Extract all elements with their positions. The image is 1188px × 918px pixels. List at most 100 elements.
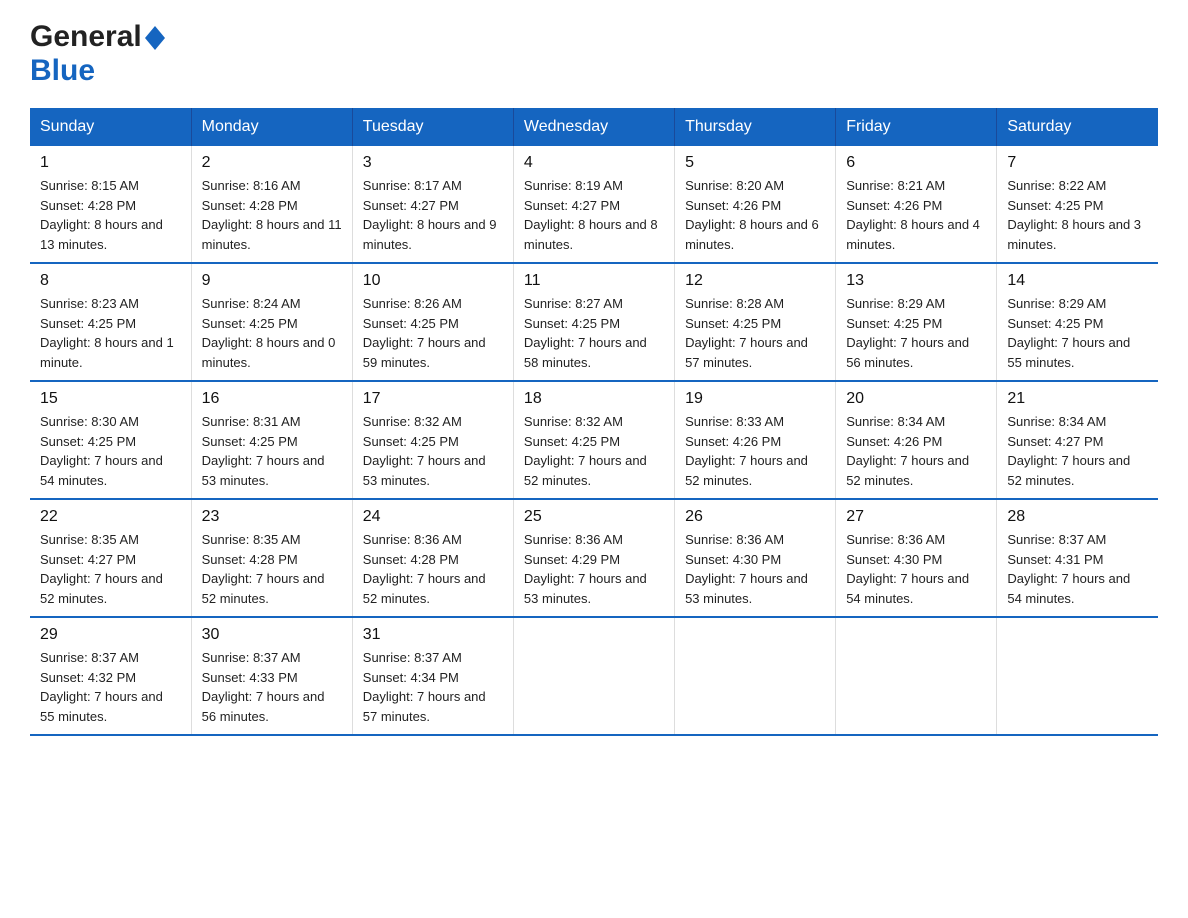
calendar-week-5: 29 Sunrise: 8:37 AM Sunset: 4:32 PM Dayl… [30, 617, 1158, 735]
calendar-body: 1 Sunrise: 8:15 AM Sunset: 4:28 PM Dayli… [30, 146, 1158, 735]
day-info: Sunrise: 8:19 AM Sunset: 4:27 PM Dayligh… [524, 176, 664, 254]
day-number: 20 [846, 390, 986, 408]
calendar-cell: 1 Sunrise: 8:15 AM Sunset: 4:28 PM Dayli… [30, 146, 191, 263]
calendar-cell: 2 Sunrise: 8:16 AM Sunset: 4:28 PM Dayli… [191, 146, 352, 263]
day-number: 17 [363, 390, 503, 408]
day-info: Sunrise: 8:27 AM Sunset: 4:25 PM Dayligh… [524, 294, 664, 372]
calendar-week-2: 8 Sunrise: 8:23 AM Sunset: 4:25 PM Dayli… [30, 263, 1158, 381]
day-number: 18 [524, 390, 664, 408]
day-number: 2 [202, 154, 342, 172]
calendar-cell: 3 Sunrise: 8:17 AM Sunset: 4:27 PM Dayli… [352, 146, 513, 263]
day-number: 4 [524, 154, 664, 172]
calendar-cell: 6 Sunrise: 8:21 AM Sunset: 4:26 PM Dayli… [836, 146, 997, 263]
day-info: Sunrise: 8:36 AM Sunset: 4:28 PM Dayligh… [363, 530, 503, 608]
logo-blue-text: Blue [30, 54, 95, 87]
day-number: 8 [40, 272, 181, 290]
day-info: Sunrise: 8:15 AM Sunset: 4:28 PM Dayligh… [40, 176, 181, 254]
day-info: Sunrise: 8:34 AM Sunset: 4:26 PM Dayligh… [846, 412, 986, 490]
calendar-table: Sunday Monday Tuesday Wednesday Thursday… [30, 108, 1158, 736]
day-info: Sunrise: 8:29 AM Sunset: 4:25 PM Dayligh… [1007, 294, 1148, 372]
day-info: Sunrise: 8:35 AM Sunset: 4:28 PM Dayligh… [202, 530, 342, 608]
calendar-cell: 27 Sunrise: 8:36 AM Sunset: 4:30 PM Dayl… [836, 499, 997, 617]
day-info: Sunrise: 8:36 AM Sunset: 4:30 PM Dayligh… [685, 530, 825, 608]
day-info: Sunrise: 8:32 AM Sunset: 4:25 PM Dayligh… [363, 412, 503, 490]
day-info: Sunrise: 8:21 AM Sunset: 4:26 PM Dayligh… [846, 176, 986, 254]
page-header: General Blue [30, 20, 1158, 88]
calendar-cell: 10 Sunrise: 8:26 AM Sunset: 4:25 PM Dayl… [352, 263, 513, 381]
day-info: Sunrise: 8:37 AM Sunset: 4:31 PM Dayligh… [1007, 530, 1148, 608]
calendar-cell: 20 Sunrise: 8:34 AM Sunset: 4:26 PM Dayl… [836, 381, 997, 499]
day-number: 13 [846, 272, 986, 290]
day-number: 31 [363, 626, 503, 644]
day-number: 9 [202, 272, 342, 290]
calendar-cell: 24 Sunrise: 8:36 AM Sunset: 4:28 PM Dayl… [352, 499, 513, 617]
calendar-cell: 22 Sunrise: 8:35 AM Sunset: 4:27 PM Dayl… [30, 499, 191, 617]
calendar-cell: 14 Sunrise: 8:29 AM Sunset: 4:25 PM Dayl… [997, 263, 1158, 381]
logo-general-text: General [30, 20, 142, 54]
day-number: 12 [685, 272, 825, 290]
calendar-cell: 21 Sunrise: 8:34 AM Sunset: 4:27 PM Dayl… [997, 381, 1158, 499]
calendar-cell: 28 Sunrise: 8:37 AM Sunset: 4:31 PM Dayl… [997, 499, 1158, 617]
calendar-cell: 30 Sunrise: 8:37 AM Sunset: 4:33 PM Dayl… [191, 617, 352, 735]
day-info: Sunrise: 8:36 AM Sunset: 4:30 PM Dayligh… [846, 530, 986, 608]
day-number: 5 [685, 154, 825, 172]
day-number: 3 [363, 154, 503, 172]
day-info: Sunrise: 8:17 AM Sunset: 4:27 PM Dayligh… [363, 176, 503, 254]
calendar-cell: 26 Sunrise: 8:36 AM Sunset: 4:30 PM Dayl… [675, 499, 836, 617]
day-info: Sunrise: 8:34 AM Sunset: 4:27 PM Dayligh… [1007, 412, 1148, 490]
calendar-cell: 9 Sunrise: 8:24 AM Sunset: 4:25 PM Dayli… [191, 263, 352, 381]
day-info: Sunrise: 8:30 AM Sunset: 4:25 PM Dayligh… [40, 412, 181, 490]
calendar-header: Sunday Monday Tuesday Wednesday Thursday… [30, 108, 1158, 146]
day-number: 23 [202, 508, 342, 526]
day-info: Sunrise: 8:35 AM Sunset: 4:27 PM Dayligh… [40, 530, 181, 608]
header-sunday: Sunday [30, 108, 191, 146]
calendar-cell: 25 Sunrise: 8:36 AM Sunset: 4:29 PM Dayl… [513, 499, 674, 617]
calendar-cell [997, 617, 1158, 735]
day-info: Sunrise: 8:33 AM Sunset: 4:26 PM Dayligh… [685, 412, 825, 490]
day-number: 30 [202, 626, 342, 644]
calendar-week-4: 22 Sunrise: 8:35 AM Sunset: 4:27 PM Dayl… [30, 499, 1158, 617]
calendar-cell: 23 Sunrise: 8:35 AM Sunset: 4:28 PM Dayl… [191, 499, 352, 617]
day-info: Sunrise: 8:37 AM Sunset: 4:32 PM Dayligh… [40, 648, 181, 726]
calendar-cell: 16 Sunrise: 8:31 AM Sunset: 4:25 PM Dayl… [191, 381, 352, 499]
day-number: 29 [40, 626, 181, 644]
calendar-cell: 17 Sunrise: 8:32 AM Sunset: 4:25 PM Dayl… [352, 381, 513, 499]
calendar-cell [675, 617, 836, 735]
header-monday: Monday [191, 108, 352, 146]
day-number: 26 [685, 508, 825, 526]
header-friday: Friday [836, 108, 997, 146]
day-info: Sunrise: 8:29 AM Sunset: 4:25 PM Dayligh… [846, 294, 986, 372]
calendar-cell [836, 617, 997, 735]
calendar-cell: 31 Sunrise: 8:37 AM Sunset: 4:34 PM Dayl… [352, 617, 513, 735]
day-number: 25 [524, 508, 664, 526]
day-number: 7 [1007, 154, 1148, 172]
day-info: Sunrise: 8:23 AM Sunset: 4:25 PM Dayligh… [40, 294, 181, 372]
calendar-cell: 11 Sunrise: 8:27 AM Sunset: 4:25 PM Dayl… [513, 263, 674, 381]
day-info: Sunrise: 8:37 AM Sunset: 4:34 PM Dayligh… [363, 648, 503, 726]
day-info: Sunrise: 8:16 AM Sunset: 4:28 PM Dayligh… [202, 176, 342, 254]
day-info: Sunrise: 8:36 AM Sunset: 4:29 PM Dayligh… [524, 530, 664, 608]
day-info: Sunrise: 8:32 AM Sunset: 4:25 PM Dayligh… [524, 412, 664, 490]
day-info: Sunrise: 8:22 AM Sunset: 4:25 PM Dayligh… [1007, 176, 1148, 254]
calendar-cell: 18 Sunrise: 8:32 AM Sunset: 4:25 PM Dayl… [513, 381, 674, 499]
calendar-cell [513, 617, 674, 735]
day-number: 21 [1007, 390, 1148, 408]
header-thursday: Thursday [675, 108, 836, 146]
logo: General Blue [30, 20, 165, 88]
day-number: 14 [1007, 272, 1148, 290]
day-number: 19 [685, 390, 825, 408]
day-number: 16 [202, 390, 342, 408]
day-info: Sunrise: 8:37 AM Sunset: 4:33 PM Dayligh… [202, 648, 342, 726]
day-number: 15 [40, 390, 181, 408]
day-info: Sunrise: 8:26 AM Sunset: 4:25 PM Dayligh… [363, 294, 503, 372]
header-saturday: Saturday [997, 108, 1158, 146]
calendar-cell: 15 Sunrise: 8:30 AM Sunset: 4:25 PM Dayl… [30, 381, 191, 499]
day-number: 28 [1007, 508, 1148, 526]
calendar-cell: 13 Sunrise: 8:29 AM Sunset: 4:25 PM Dayl… [836, 263, 997, 381]
calendar-cell: 29 Sunrise: 8:37 AM Sunset: 4:32 PM Dayl… [30, 617, 191, 735]
calendar-cell: 7 Sunrise: 8:22 AM Sunset: 4:25 PM Dayli… [997, 146, 1158, 263]
calendar-cell: 12 Sunrise: 8:28 AM Sunset: 4:25 PM Dayl… [675, 263, 836, 381]
logo-triangle-icon [145, 26, 165, 50]
calendar-cell: 4 Sunrise: 8:19 AM Sunset: 4:27 PM Dayli… [513, 146, 674, 263]
calendar-week-1: 1 Sunrise: 8:15 AM Sunset: 4:28 PM Dayli… [30, 146, 1158, 263]
